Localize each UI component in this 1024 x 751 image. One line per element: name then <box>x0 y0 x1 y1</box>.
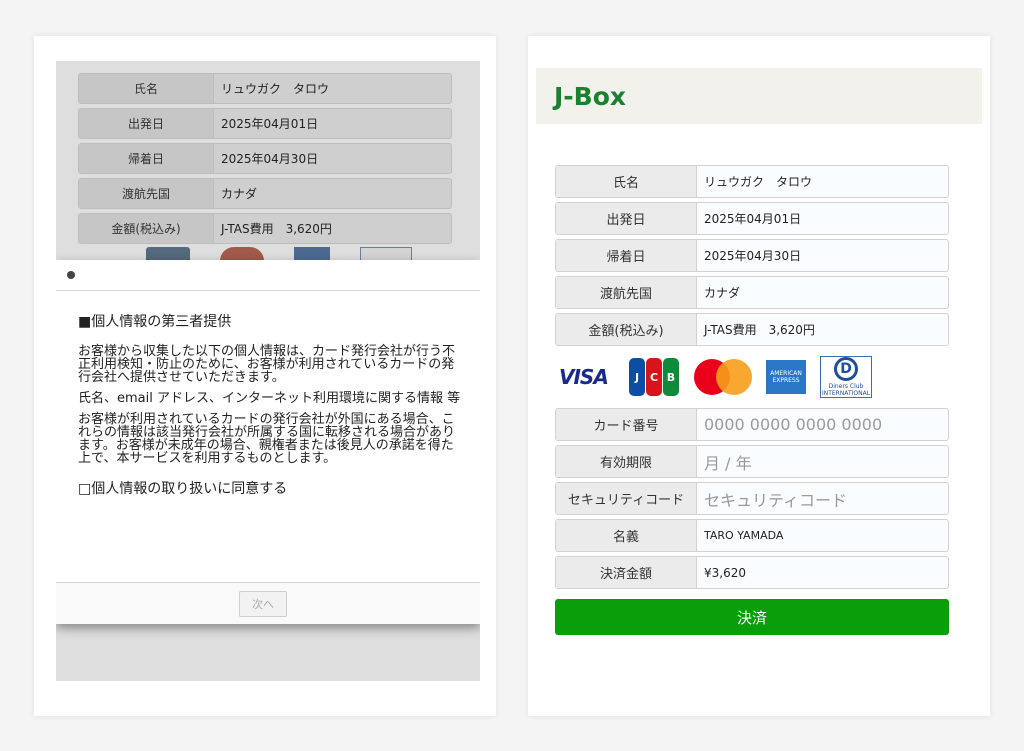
row-value: J-TAS費用 3,620円 <box>221 222 332 236</box>
info-row-departure: 出発日 2025年04月01日 <box>78 108 452 139</box>
row-value: リュウガク タロウ <box>221 82 330 96</box>
row-value: 2025年04月30日 <box>221 152 319 166</box>
jcb-logo-icon <box>146 247 190 261</box>
field-label: 決済金額 <box>556 557 697 588</box>
field-label: カード番号 <box>556 409 697 440</box>
privacy-consent-modal: ■個人情報の第三者提供 お客様から収集した以下の個人情報は、カード発行会社が行う… <box>56 260 480 624</box>
payment-amount-value: ¥3,620 <box>704 565 746 580</box>
info-row-return: 帰着日 2025年04月30日 <box>555 239 949 272</box>
info-row-name: 氏名 リュウガク タロウ <box>78 73 452 104</box>
row-label: 出発日 <box>79 109 214 138</box>
field-label: 有効期限 <box>556 446 697 477</box>
security-code-input[interactable]: セキュリティコード <box>697 483 948 514</box>
card-number-input[interactable]: 0000 0000 0000 0000 <box>697 409 948 440</box>
bullet-icon <box>67 271 75 279</box>
card-number-row: カード番号 0000 0000 0000 0000 <box>555 408 949 441</box>
row-label: 帰着日 <box>79 144 214 173</box>
dimmed-screen: 氏名 リュウガク タロウ 出発日 2025年04月01日 帰着日 2025年04… <box>56 61 480 681</box>
amex-logo-icon <box>294 247 330 261</box>
row-label: 金額(税込み) <box>79 214 214 243</box>
row-label: 帰着日 <box>556 240 697 271</box>
cardholder-input[interactable]: TARO YAMADA <box>697 520 948 551</box>
modal-footer: 次へ <box>56 582 480 624</box>
diners-logo-icon: D Diners Club INTERNATIONAL <box>820 356 872 398</box>
cardholder-row: 名義 TARO YAMADA <box>555 519 949 552</box>
row-label: 渡航先国 <box>556 277 697 308</box>
row-label: 氏名 <box>556 166 697 197</box>
diners-text: Diners Club <box>828 383 864 390</box>
info-row-return: 帰着日 2025年04月30日 <box>78 143 452 174</box>
row-value: 2025年04月30日 <box>704 249 802 263</box>
row-value: 2025年04月01日 <box>704 212 802 226</box>
app-header: J-Box <box>536 68 982 124</box>
info-row-destination: 渡航先国 カナダ <box>555 276 949 309</box>
expiry-row: 有効期限 月 / 年 <box>555 445 949 478</box>
row-value: リュウガク タロウ <box>704 175 813 189</box>
dimmed-card-logos <box>146 247 412 261</box>
card-brand-logos: VISA J C B AMERICAN EXPRESS D Diners Clu… <box>555 350 949 404</box>
modal-body: ■個人情報の第三者提供 お客様から収集した以下の個人情報は、カード発行会社が行う… <box>56 291 480 496</box>
mastercard-logo-icon <box>220 247 264 261</box>
modal-paragraph-1: お客様から収集した以下の個人情報は、カード発行会社が行う不正利用検知・防止のため… <box>78 344 456 385</box>
expiry-input[interactable]: 月 / 年 <box>697 446 948 477</box>
row-label: 出発日 <box>556 203 697 234</box>
right-screenshot-panel: J-Box 氏名 リュウガク タロウ 出発日 2025年04月01日 帰着日 2… <box>528 36 990 716</box>
diners-logo-icon <box>360 247 412 261</box>
security-code-row: セキュリティコード セキュリティコード <box>555 482 949 515</box>
left-screenshot-panel: 氏名 リュウガク タロウ 出発日 2025年04月01日 帰着日 2025年04… <box>34 36 496 716</box>
amex-logo-icon: AMERICAN EXPRESS <box>766 360 806 394</box>
consent-checkbox[interactable]: □個人情報の取り扱いに同意する <box>78 482 464 496</box>
payment-amount-row: 決済金額 ¥3,620 <box>555 556 949 589</box>
amex-text: EXPRESS <box>772 377 800 384</box>
row-value: J-TAS費用 3,620円 <box>704 323 815 337</box>
modal-paragraph-2: 氏名、email アドレス、インターネット利用環境に関する情報 等 <box>78 391 461 406</box>
info-row-destination: 渡航先国 カナダ <box>78 178 452 209</box>
row-value: 2025年04月01日 <box>221 117 319 131</box>
payment-form: 氏名 リュウガク タロウ 出発日 2025年04月01日 帰着日 2025年04… <box>555 165 949 635</box>
diners-text: INTERNATIONAL <box>821 390 871 397</box>
row-value: カナダ <box>221 187 258 201</box>
field-label: 名義 <box>556 520 697 551</box>
info-row-amount: 金額(税込み) J-TAS費用 3,620円 <box>78 213 452 244</box>
next-button[interactable]: 次へ <box>239 591 287 617</box>
jcb-logo-icon: J C B <box>629 358 680 396</box>
row-label: 氏名 <box>79 74 214 103</box>
field-label: セキュリティコード <box>556 483 697 514</box>
pay-button[interactable]: 決済 <box>555 599 949 635</box>
jcb-letter: J <box>629 358 645 396</box>
modal-header <box>56 260 480 291</box>
jcb-letter: C <box>646 358 662 396</box>
info-row-departure: 出発日 2025年04月01日 <box>555 202 949 235</box>
modal-paragraph-3: お客様が利用されているカードの発行会社が外国にある場合、これらの情報は該当発行会… <box>78 412 456 466</box>
info-row-amount: 金額(税込み) J-TAS費用 3,620円 <box>555 313 949 346</box>
info-row-name: 氏名 リュウガク タロウ <box>555 165 949 198</box>
jcb-letter: B <box>663 358 679 396</box>
dimmed-info-table: 氏名 リュウガク タロウ 出発日 2025年04月01日 帰着日 2025年04… <box>78 73 452 248</box>
visa-logo-icon: VISA <box>559 365 609 389</box>
app-title: J-Box <box>554 81 627 111</box>
row-label: 渡航先国 <box>79 179 214 208</box>
mastercard-logo-icon <box>694 358 752 396</box>
modal-heading: ■個人情報の第三者提供 <box>78 314 232 330</box>
amex-text: AMERICAN <box>770 370 802 377</box>
row-label: 金額(税込み) <box>556 314 697 345</box>
row-value: カナダ <box>704 286 741 300</box>
